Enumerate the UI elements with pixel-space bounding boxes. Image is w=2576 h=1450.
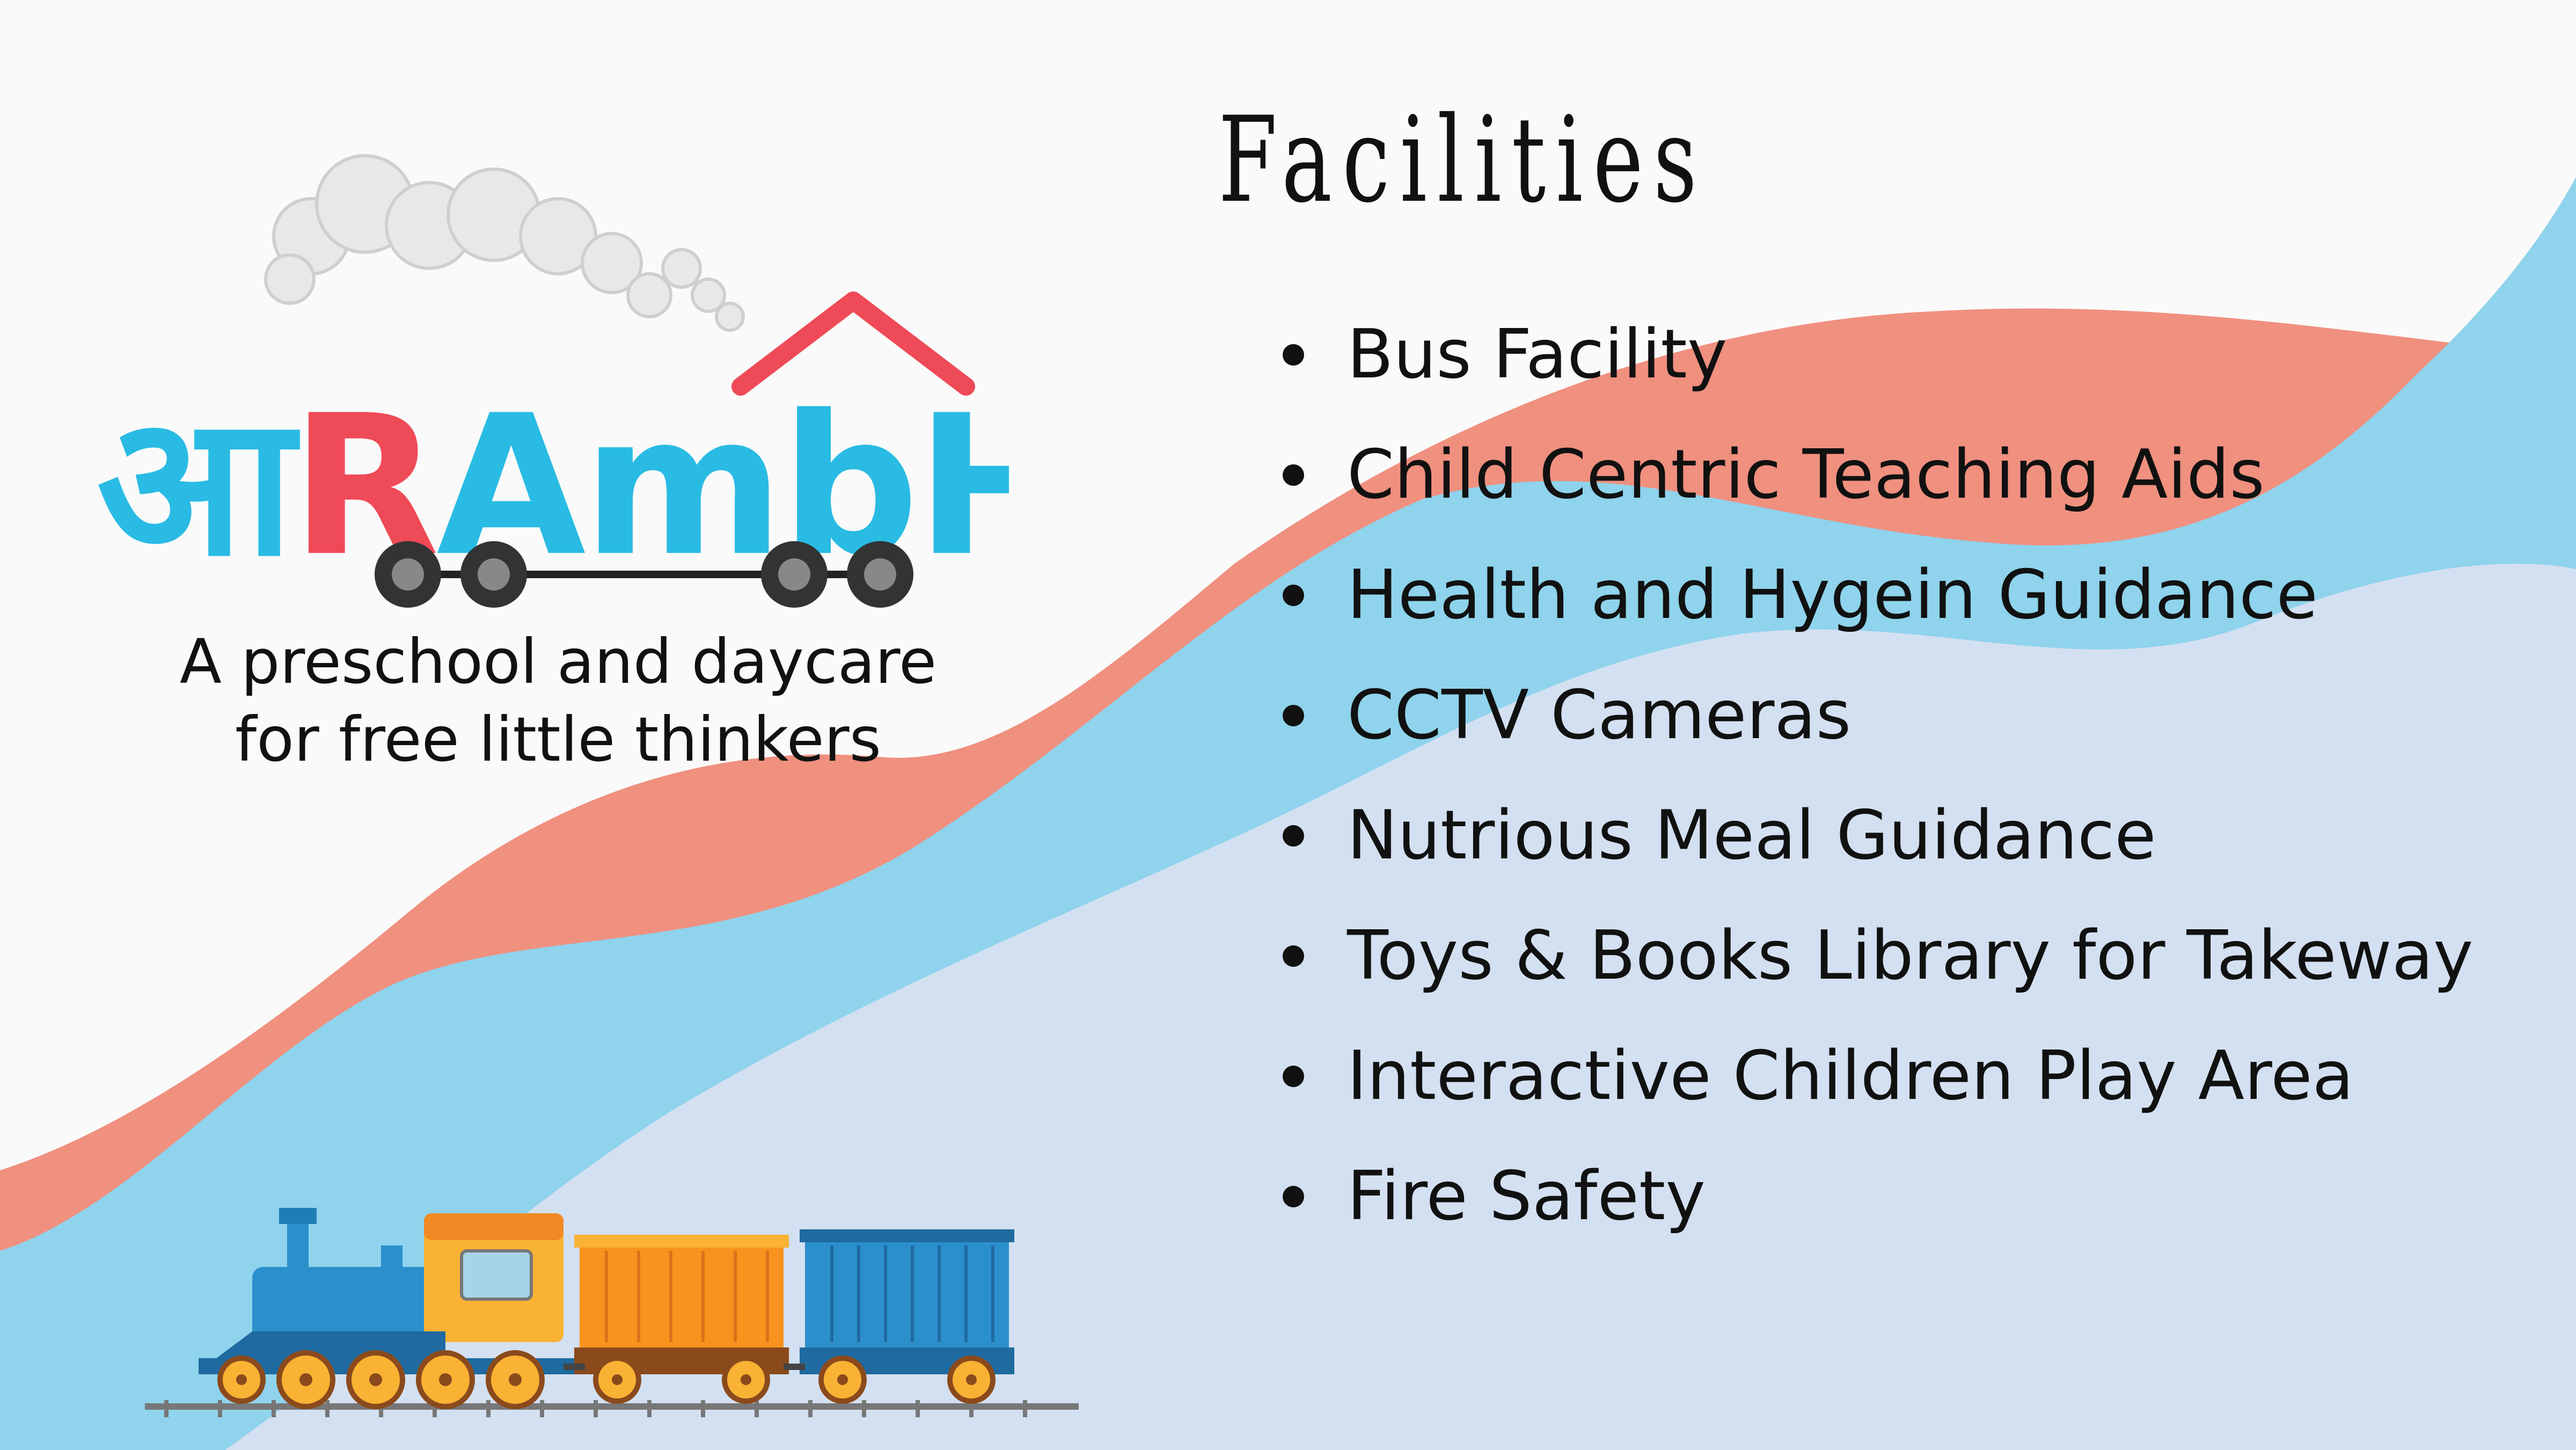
bullet-icon bbox=[1283, 705, 1304, 726]
list-item: CCTV Cameras bbox=[1283, 675, 2544, 795]
bullet-icon bbox=[1283, 1186, 1304, 1207]
list-item-label: CCTV Cameras bbox=[1347, 675, 1851, 754]
slide: आRAmbH A preschool and daycare for free … bbox=[0, 0, 2576, 1450]
facilities-list: Bus Facility Child Centric Teaching Aids… bbox=[1283, 314, 2544, 1276]
list-item: Child Centric Teaching Aids bbox=[1283, 434, 2544, 555]
list-item: Toys & Books Library for Takeway bbox=[1283, 915, 2544, 1036]
list-item-label: Bus Facility bbox=[1347, 315, 1728, 394]
toy-train-icon bbox=[145, 1208, 1079, 1417]
list-item: Nutrious Meal Guidance bbox=[1283, 795, 2544, 915]
tagline-line-2: for free little thinkers bbox=[235, 704, 881, 775]
tagline-line-1: A preschool and daycare bbox=[179, 626, 937, 697]
bullet-icon bbox=[1283, 945, 1304, 967]
list-item: Health and Hygein Guidance bbox=[1283, 555, 2544, 675]
list-item-label: Child Centric Teaching Aids bbox=[1347, 435, 2265, 514]
bullet-icon bbox=[1283, 464, 1304, 486]
bullet-icon bbox=[1283, 585, 1304, 606]
list-item-label: Fire Safety bbox=[1347, 1156, 1706, 1235]
list-item: Bus Facility bbox=[1283, 314, 2544, 434]
list-item-label: Interactive Children Play Area bbox=[1347, 1036, 2354, 1115]
list-item: Interactive Children Play Area bbox=[1283, 1036, 2544, 1156]
list-item-label: Toys & Books Library for Takeway bbox=[1347, 916, 2473, 995]
bullet-icon bbox=[1283, 825, 1304, 847]
page-title: Facilities bbox=[1218, 91, 1707, 229]
list-item-label: Nutrious Meal Guidance bbox=[1347, 796, 2156, 875]
aarambh-logo-icon: आRAmbH bbox=[97, 154, 1009, 608]
steam-clouds-icon bbox=[264, 154, 745, 332]
list-item: Fire Safety bbox=[1283, 1156, 2544, 1276]
bullet-icon bbox=[1283, 1066, 1304, 1087]
tagline: A preschool and daycare for free little … bbox=[75, 623, 1041, 778]
bullet-icon bbox=[1283, 344, 1304, 366]
list-item-label: Health and Hygein Guidance bbox=[1347, 555, 2318, 634]
